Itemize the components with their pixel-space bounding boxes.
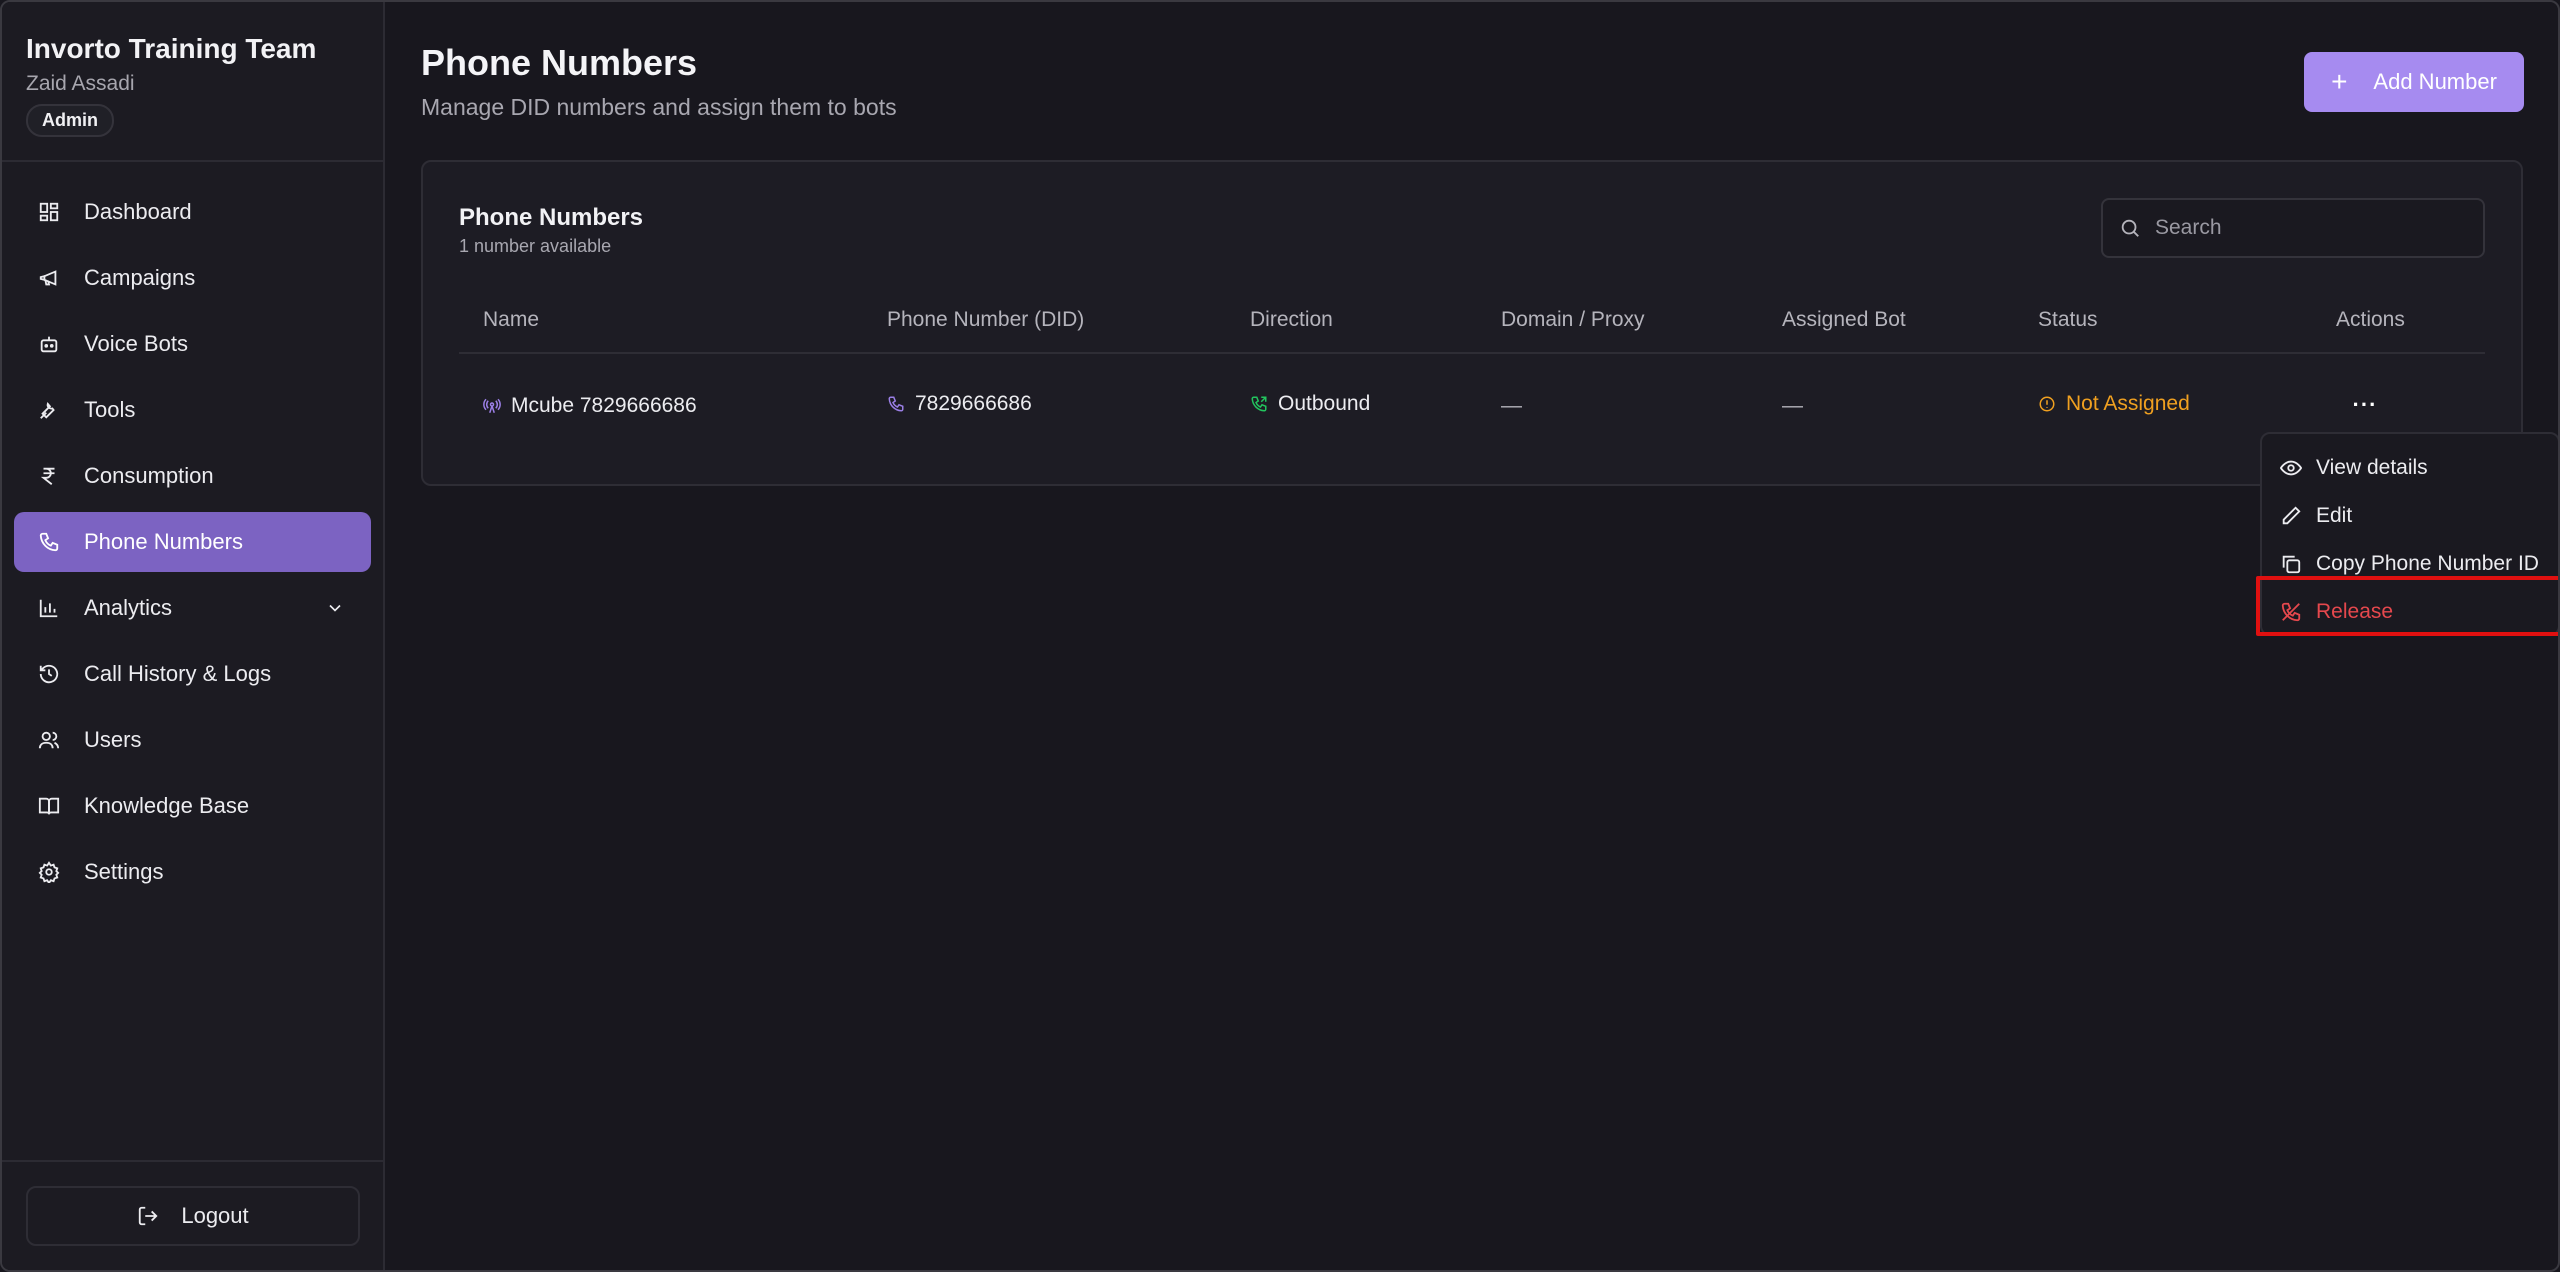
add-number-button[interactable]: + Add Number [2304,52,2524,112]
column-header-did[interactable]: Phone Number (DID) [887,308,1084,332]
menu-item-label: Edit [2316,504,2353,527]
app-window: Invorto Training Team Zaid Assadi Admin … [0,0,2560,1272]
phone-icon [38,531,60,553]
column-header-domain[interactable]: Domain / Proxy [1501,308,1645,332]
phone-numbers-card: Phone Numbers 1 number available Name Ph… [421,160,2523,486]
menu-item-label: Copy Phone Number ID [2316,552,2539,575]
cell-did: 7829666686 [887,392,1032,416]
megaphone-icon [38,267,60,289]
column-header-assigned-bot[interactable]: Assigned Bot [1782,308,1906,332]
dashboard-icon [38,201,60,223]
phone-name: Mcube 7829666686 [511,394,697,417]
menu-item-release[interactable]: Release [2262,588,2558,636]
search-input[interactable] [2155,216,2455,240]
main-content: Phone Numbers Manage DID numbers and ass… [387,2,2558,1270]
chevron-down-icon[interactable] [325,598,345,618]
bot-icon [38,333,60,355]
gear-icon [38,861,60,883]
cell-assigned-bot: — [1782,394,1803,417]
menu-item-copy-id[interactable]: Copy Phone Number ID [2262,540,2558,588]
search-icon [2121,219,2139,237]
sidebar-item-label: Phone Numbers [84,529,243,554]
sidebar-item-call-history[interactable]: Call History & Logs [14,644,371,704]
menu-item-view-details[interactable]: View details [2262,444,2558,492]
plus-icon: + [2331,66,2348,97]
status-badge: Not Assigned [2066,392,2190,415]
sidebar-item-users[interactable]: Users [14,710,371,770]
user-name: Zaid Assadi [26,72,135,95]
cell-status: Not Assigned [2038,392,2190,416]
users-icon [38,729,60,751]
eye-icon [2280,460,2302,476]
table-row[interactable]: Mcube 7829666686 7829666686 Outbound — —… [459,354,2485,454]
sidebar-item-label: Settings [84,859,164,884]
sidebar-item-consumption[interactable]: Consumption [14,446,371,506]
org-header: Invorto Training Team Zaid Assadi Admin [2,2,383,162]
table-header: Name Phone Number (DID) Direction Domain… [459,292,2485,354]
sidebar-item-label: Call History & Logs [84,661,272,686]
antenna-icon [483,398,501,413]
row-actions-button[interactable]: ··· [2343,390,2387,420]
sidebar-item-label: Campaigns [84,265,196,290]
card-title: Phone Numbers [459,204,644,231]
sidebar-item-campaigns[interactable]: Campaigns [14,248,371,308]
sidebar-footer: Logout [2,1160,383,1270]
rupee-icon [38,465,60,487]
menu-item-label: Release [2316,600,2394,623]
cell-name: Mcube 7829666686 [483,394,697,418]
phone-off-icon [2281,602,2301,622]
pencil-icon [2282,506,2301,525]
sidebar-item-label: Users [84,727,142,752]
org-name: Invorto Training Team [26,33,317,64]
logout-label: Logout [181,1203,249,1228]
sidebar-item-label: Analytics [84,595,173,620]
sidebar-item-label: Voice Bots [84,331,188,356]
bar-chart-icon [38,597,60,619]
sidebar-item-phone-numbers[interactable]: Phone Numbers [14,512,371,572]
logout-button[interactable]: Logout [26,1186,360,1246]
sidebar-item-tools[interactable]: Tools [14,380,371,440]
sidebar-item-label: Knowledge Base [84,793,250,818]
alert-circle-icon [2039,396,2055,412]
column-header-direction[interactable]: Direction [1250,308,1333,332]
row-actions-menu: View details Edit Copy Phone Number ID R… [2260,432,2558,636]
sidebar-item-analytics[interactable]: Analytics [14,578,371,638]
phone-did: 7829666686 [915,392,1032,415]
book-icon [38,795,60,817]
column-header-actions: Actions [2336,308,2405,331]
logout-icon [139,1206,158,1226]
menu-item-label: View details [2316,456,2428,479]
sidebar-item-knowledge-base[interactable]: Knowledge Base [14,776,371,836]
sidebar-item-label: Dashboard [84,199,192,224]
search-box[interactable] [2101,198,2485,258]
column-header-status[interactable]: Status [2038,308,2098,332]
wrench-icon [38,399,60,421]
history-icon [38,663,60,685]
column-header-name[interactable]: Name [483,308,539,332]
page-title: Phone Numbers [421,42,698,83]
sidebar-item-label: Consumption [84,463,214,488]
role-badge: Admin [26,104,114,137]
menu-item-edit[interactable]: Edit [2262,492,2558,540]
page-subtitle: Manage DID numbers and assign them to bo… [421,94,897,120]
sidebar: Invorto Training Team Zaid Assadi Admin … [2,2,385,1270]
phone-outgoing-icon [1251,396,1267,412]
number-count: 1 number available [459,236,612,256]
sidebar-item-label: Tools [84,397,136,422]
copy-icon [2282,555,2301,574]
sidebar-item-settings[interactable]: Settings [14,842,371,902]
add-number-label: Add Number [2373,69,2497,94]
sidebar-nav: Dashboard Campaigns Voice Bots Tools Con… [2,162,383,902]
direction-text: Outbound [1278,392,1371,415]
phone-icon [888,396,904,412]
sidebar-item-voice-bots[interactable]: Voice Bots [14,314,371,374]
cell-domain: — [1501,394,1522,417]
cell-direction: Outbound [1250,392,1370,416]
sidebar-item-dashboard[interactable]: Dashboard [14,182,371,242]
